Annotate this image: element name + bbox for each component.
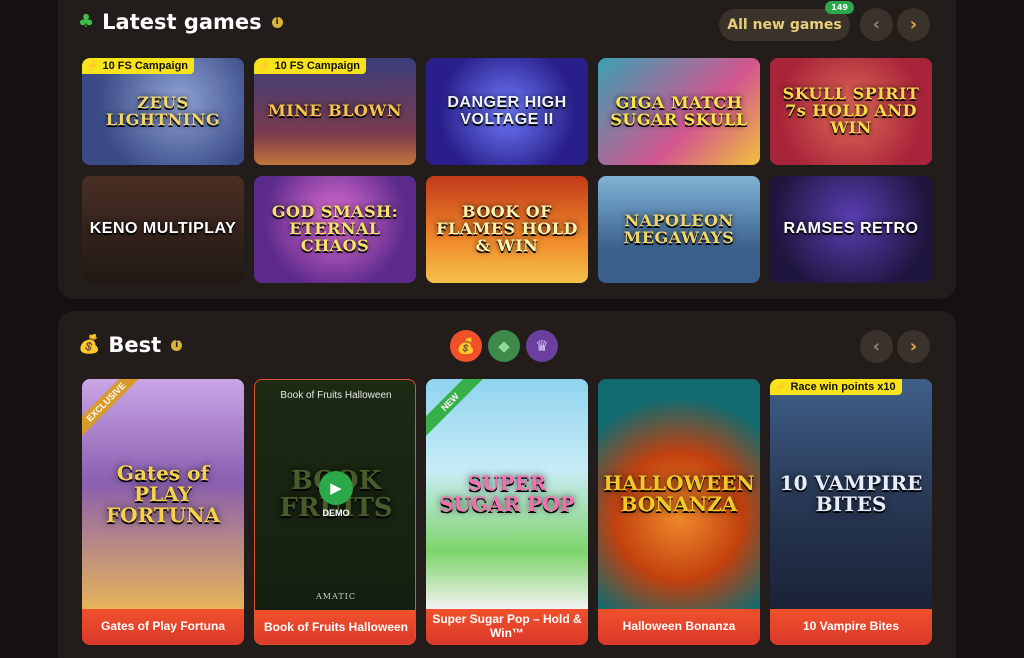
latest-games-title: Latest games bbox=[102, 10, 262, 34]
game-art: HALLOWEEN BONANZA bbox=[598, 379, 760, 609]
game-title: BOOK OF FLAMES HOLD & WIN bbox=[436, 202, 578, 255]
game-art: SUPER SUGAR POP bbox=[426, 379, 588, 609]
best-game-card[interactable]: SUPER SUGAR POP NEW Super Sugar Pop – Ho… bbox=[426, 379, 588, 645]
game-title: RAMSES RETRO bbox=[783, 220, 919, 238]
game-card[interactable]: BOOK OF FLAMES HOLD & WIN bbox=[426, 176, 588, 283]
game-art-title: HALLOWEEN BONANZA bbox=[603, 471, 755, 516]
chevron-right-icon: › bbox=[909, 14, 918, 35]
chevron-left-icon: ‹ bbox=[872, 14, 881, 35]
latest-next-button[interactable]: › bbox=[897, 8, 930, 41]
game-card[interactable]: KENO MULTIPLAY bbox=[82, 176, 244, 283]
campaign-tag: ⚡ 10 FS Campaign bbox=[82, 58, 195, 74]
game-title: MINE BLOWN bbox=[268, 101, 402, 121]
crown-icon: ♛ bbox=[535, 337, 549, 355]
best-game-card[interactable]: Gates of PLAY FORTUNA EXCLUSIVE Gates of… bbox=[82, 379, 244, 645]
game-title: DANGER HIGH VOLTAGE II bbox=[447, 93, 567, 128]
info-icon[interactable]: i bbox=[271, 16, 283, 28]
filter-money-bag[interactable]: 💰 bbox=[450, 330, 482, 362]
campaign-tag: ⚡ 10 FS Campaign bbox=[254, 58, 367, 74]
race-tag-label: Race win points x10 bbox=[790, 381, 896, 393]
clover-icon: ♣ bbox=[78, 11, 95, 32]
game-title: NAPOLEON MEGAWAYS bbox=[623, 210, 735, 247]
game-art: Gates of PLAY FORTUNA bbox=[82, 379, 244, 609]
game-art-title: SUPER SUGAR POP bbox=[439, 471, 575, 516]
bolt-icon: ⚡ bbox=[258, 60, 271, 72]
game-card[interactable]: NAPOLEON MEGAWAYS bbox=[598, 176, 760, 283]
best-game-card[interactable]: HALLOWEEN BONANZA Halloween Bonanza bbox=[598, 379, 760, 645]
demo-label[interactable]: DEMO bbox=[323, 508, 350, 518]
game-caption: Super Sugar Pop – Hold & Win™ bbox=[426, 609, 588, 645]
best-next-button[interactable]: › bbox=[897, 330, 930, 363]
all-new-games-button[interactable]: All new games 149 bbox=[719, 1, 854, 41]
game-art-title: Gates of PLAY FORTUNA bbox=[105, 460, 220, 527]
campaign-tag-label: 10 FS Campaign bbox=[274, 60, 361, 72]
best-heading: 💰 Best i bbox=[78, 333, 183, 357]
bolt-icon: ⚡ bbox=[774, 381, 787, 393]
money-bag-icon: 💰 bbox=[78, 334, 101, 355]
diamond-icon: ◆ bbox=[498, 337, 510, 355]
game-title: ZEUS LIGHTNING bbox=[105, 92, 221, 129]
game-card[interactable]: SKULL SPIRIT 7s HOLD AND WIN bbox=[770, 58, 932, 165]
play-demo[interactable]: ▶ DEMO bbox=[319, 471, 353, 518]
game-caption: Book of Fruits Halloween bbox=[255, 610, 415, 644]
game-title: GOD SMASH: ETERNAL CHAOS bbox=[271, 202, 399, 255]
filter-crown[interactable]: ♛ bbox=[526, 330, 558, 362]
game-card[interactable]: GOD SMASH: ETERNAL CHAOS bbox=[254, 176, 416, 283]
race-tag: ⚡ Race win points x10 bbox=[770, 379, 902, 395]
game-card[interactable]: DANGER HIGH VOLTAGE II bbox=[426, 58, 588, 165]
provider-logo: AMATIC bbox=[316, 592, 356, 601]
hover-title: Book of Fruits Halloween bbox=[280, 390, 392, 401]
best-section: 💰 Best i 💰 ◆ ♛ ‹ › Gates of PLAY FORTUNA… bbox=[58, 311, 956, 658]
chevron-left-icon: ‹ bbox=[872, 336, 881, 357]
game-card[interactable]: GIGA MATCH SUGAR SKULL bbox=[598, 58, 760, 165]
best-prev-button[interactable]: ‹ bbox=[860, 330, 893, 363]
game-title: GIGA MATCH SUGAR SKULL bbox=[610, 92, 748, 129]
info-icon[interactable]: i bbox=[171, 339, 183, 351]
latest-games-section: ♣ Latest games i All new games 149 ‹ › Z… bbox=[58, 0, 956, 299]
latest-games-heading: ♣ Latest games i bbox=[78, 10, 283, 34]
all-new-games-label: All new games bbox=[727, 17, 842, 33]
game-caption: Gates of Play Fortuna bbox=[82, 609, 244, 645]
game-art: 10 VAMPIRE BITES bbox=[770, 379, 932, 609]
latest-prev-button[interactable]: ‹ bbox=[860, 8, 893, 41]
game-caption: 10 Vampire Bites bbox=[770, 609, 932, 645]
game-art-title: 10 VAMPIRE BITES bbox=[779, 471, 923, 516]
game-card[interactable]: MINE BLOWN ⚡ 10 FS Campaign bbox=[254, 58, 416, 165]
game-card[interactable]: RAMSES RETRO bbox=[770, 176, 932, 283]
game-title: KENO MULTIPLAY bbox=[89, 220, 237, 238]
chevron-right-icon: › bbox=[909, 336, 918, 357]
filter-diamond[interactable]: ◆ bbox=[488, 330, 520, 362]
money-bag-icon: 💰 bbox=[456, 337, 476, 355]
game-title: SKULL SPIRIT 7s HOLD AND WIN bbox=[782, 84, 920, 137]
bolt-icon: ⚡ bbox=[86, 60, 99, 72]
play-icon[interactable]: ▶ bbox=[319, 471, 353, 505]
game-card[interactable]: ZEUS LIGHTNING ⚡ 10 FS Campaign bbox=[82, 58, 244, 165]
best-game-card[interactable]: 10 VAMPIRE BITES ⚡ Race win points x10 10… bbox=[770, 379, 932, 645]
campaign-tag-label: 10 FS Campaign bbox=[102, 60, 189, 72]
new-games-count-badge: 149 bbox=[825, 1, 854, 14]
best-title: Best bbox=[108, 333, 162, 357]
game-caption: Halloween Bonanza bbox=[598, 609, 760, 645]
best-game-card[interactable]: BOOK FRUITS Book of Fruits Halloween ▶ D… bbox=[254, 379, 416, 645]
